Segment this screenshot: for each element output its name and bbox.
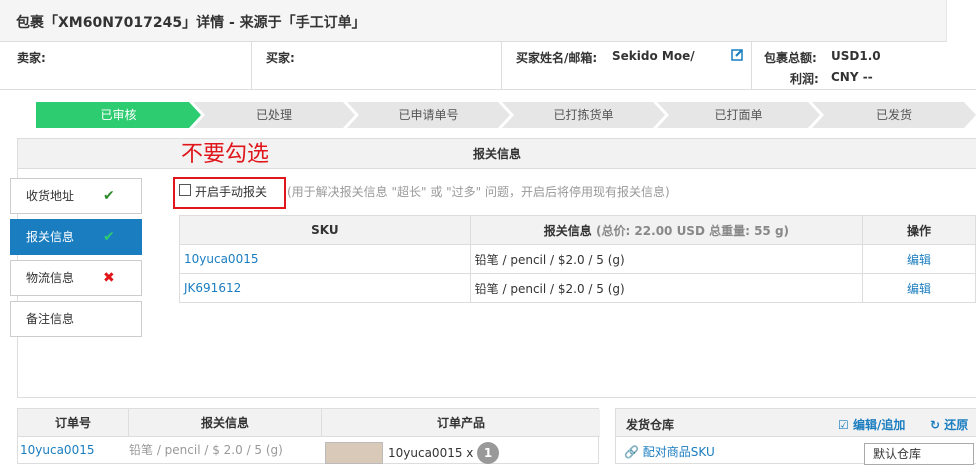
tab-customs-info[interactable]: 报关信息 ✔ <box>10 219 142 255</box>
order-link[interactable]: 10yuca0015 <box>20 443 94 457</box>
tab-label: 收货地址 <box>26 189 75 203</box>
step-processed: 已处理 <box>193 102 355 128</box>
customs-info-cell: 铅笔 / pencil / $2.0 / 5 (g) <box>469 273 864 303</box>
ops-cell: 编辑 <box>862 244 976 274</box>
qty-badge: 1 <box>477 442 499 464</box>
total-label: 包裹总额: <box>764 51 817 65</box>
tab-shipping-address[interactable]: 收货地址 ✔ <box>10 178 142 214</box>
col-order-no: 订单号 <box>18 409 128 437</box>
link-icon: 🔗 <box>624 445 639 459</box>
warehouse-title: 发货仓库 <box>626 418 675 432</box>
annotation-note: 不要勾选 <box>181 142 270 167</box>
tab-label: 备注信息 <box>26 312 75 326</box>
manual-customs-label: 开启手动报关 <box>195 185 268 199</box>
warehouse-panel: 发货仓库 ☑ 编辑/追加 ↻ 还原 🔗 配对商品SKU 默认仓库 <box>615 408 976 465</box>
profit-value: CNY -- <box>831 70 873 84</box>
sku-link[interactable]: 10yuca0015 <box>184 252 258 266</box>
table-row: 10yuca0015 铅笔 / pencil / $2.0 / 5 (g) 编辑 <box>179 244 976 274</box>
match-sku-link[interactable]: 🔗 配对商品SKU <box>624 443 715 460</box>
edit-append-button[interactable]: ☑ 编辑/追加 <box>838 416 905 433</box>
customs-table: SKU 报关信息 (总价: 22.00 USD 总重量: 55 g) 操作 10… <box>179 215 976 303</box>
check-icon: ✔ <box>103 229 115 245</box>
tab-notes[interactable]: 备注信息 <box>10 301 142 337</box>
step-picklist: 已打拣货单 <box>502 102 665 128</box>
edit-link[interactable]: 编辑 <box>907 282 931 296</box>
dialog-titlebar: 包裹「XM60N7017245」详情 - 来源于「手工订单」 <box>0 0 976 42</box>
product-sku-qty: 10yuca0015 x <box>388 446 474 460</box>
total-cell: 包裹总额: USD1.0 利润: CNY -- <box>752 42 976 90</box>
tab-label: 报关信息 <box>26 230 75 244</box>
refresh-icon: ↻ <box>930 418 941 432</box>
sku-cell[interactable]: JK691612 <box>179 273 471 303</box>
order-customs-info: 铅笔 / pencil / $ 2.0 / 5 (g) <box>129 443 283 457</box>
ops-cell: 编辑 <box>862 273 976 303</box>
buyer-cell: 买家: <box>252 42 502 90</box>
restore-button[interactable]: ↻ 还原 <box>930 416 968 433</box>
step-shipped: 已发货 <box>812 102 976 128</box>
buyer-name-label: 买家姓名/邮箱: <box>516 51 598 65</box>
dialog-title: 包裹「XM60N7017245」详情 - 来源于「手工订单」 <box>16 15 366 31</box>
progress-steps: 已审核 已处理 已申请单号 已打拣货单 已打面单 已发货 <box>36 102 976 128</box>
col-order-customs: 报关信息 <box>128 409 321 437</box>
customs-info-cell: 铅笔 / pencil / $2.0 / 5 (g) <box>469 244 864 274</box>
step-tracking: 已申请单号 <box>347 102 510 128</box>
check-icon: ✔ <box>103 188 115 204</box>
cross-icon: ✖ <box>103 270 115 286</box>
seller-label: 卖家: <box>17 51 46 65</box>
sku-link[interactable]: JK691612 <box>184 281 241 295</box>
col-customs-info: 报关信息 (总价: 22.00 USD 总重量: 55 g) <box>469 215 864 245</box>
manual-customs-checkbox[interactable] <box>179 184 191 196</box>
info-bar: 卖家: 买家: 买家姓名/邮箱: Sekido Moe/ 包裹总额: USD1.… <box>0 42 976 90</box>
table-row: JK691612 铅笔 / pencil / $2.0 / 5 (g) 编辑 <box>179 273 976 303</box>
tab-label: 物流信息 <box>26 271 75 285</box>
tab-logistics[interactable]: 物流信息 ✖ <box>10 260 142 296</box>
col-order-product: 订单产品 <box>321 409 600 437</box>
buyer-label: 买家: <box>266 51 295 65</box>
col-sku: SKU <box>179 215 471 245</box>
close-area[interactable] <box>946 0 976 42</box>
order-table: 订单号 报关信息 订单产品 10yuca0015 铅笔 / pencil / $… <box>17 408 600 464</box>
edit-icon: ☑ <box>838 418 849 432</box>
customs-header: 报关信息 <box>18 139 976 169</box>
manual-customs-hint: (用于解决报关信息 "超长" 或 "过多" 问题，开启后将停用现有报关信息) <box>287 185 670 199</box>
profit-label: 利润: <box>790 72 819 86</box>
table-header-row: SKU 报关信息 (总价: 22.00 USD 总重量: 55 g) 操作 <box>179 215 976 245</box>
total-value: USD1.0 <box>831 49 881 63</box>
edit-link[interactable]: 编辑 <box>907 253 931 267</box>
sku-cell[interactable]: 10yuca0015 <box>179 244 471 274</box>
col-ops: 操作 <box>862 215 976 245</box>
buyer-name-cell: 买家姓名/邮箱: Sekido Moe/ <box>502 42 752 90</box>
seller-cell: 卖家: <box>0 42 252 90</box>
edit-icon[interactable] <box>731 48 744 61</box>
step-label: 已打面单 <box>657 102 820 128</box>
buyer-name-value: Sekido Moe/ <box>612 49 695 63</box>
product-thumbnail <box>325 442 383 464</box>
warehouse-select[interactable]: 默认仓库 <box>864 443 974 465</box>
step-reviewed: 已审核 <box>36 102 201 128</box>
